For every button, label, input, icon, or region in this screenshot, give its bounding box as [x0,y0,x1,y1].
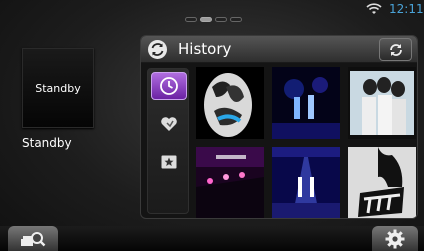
tab-recent[interactable] [151,72,187,100]
history-title: History [178,40,232,58]
screen: 12:11 Standby Standby History [0,0,424,251]
search-button[interactable] [8,226,58,251]
heart-icon [161,117,177,131]
album-art-2 [272,67,340,139]
tab-bookmarks[interactable] [151,148,187,176]
refresh-icon [389,43,402,56]
history-icon [148,40,167,59]
wifi-icon [366,3,382,14]
history-item[interactable] [272,67,340,139]
history-tabs [147,68,189,214]
history-item[interactable] [348,67,416,139]
history-header: History [141,36,417,63]
page-dot-active [200,17,212,22]
album-art-5 [272,147,340,218]
history-panel: History [140,35,418,219]
history-item[interactable] [272,147,340,218]
history-item[interactable] [348,147,416,218]
gear-icon [385,229,405,248]
bottom-bar [0,226,424,251]
refresh-button[interactable] [379,38,412,61]
page-indicator [185,17,242,22]
album-art-6 [348,147,416,218]
page-dot [215,17,227,22]
search-icon [21,231,46,246]
album-art-4 [196,147,264,218]
settings-button[interactable] [372,226,418,251]
source-tile-label: Standby [35,81,81,95]
album-art-3 [348,67,416,139]
history-grid [196,67,416,218]
tab-favorites[interactable] [151,110,187,138]
page-dot [185,17,197,22]
source-label: Standby [22,136,72,150]
album-art-1 [204,73,252,137]
clock: 12:11 [389,2,424,16]
clock-icon [160,77,178,95]
page-dot [230,17,242,22]
star-icon [161,155,177,169]
history-item[interactable] [196,147,264,218]
history-item[interactable] [196,67,264,139]
source-tile[interactable]: Standby [22,48,94,128]
